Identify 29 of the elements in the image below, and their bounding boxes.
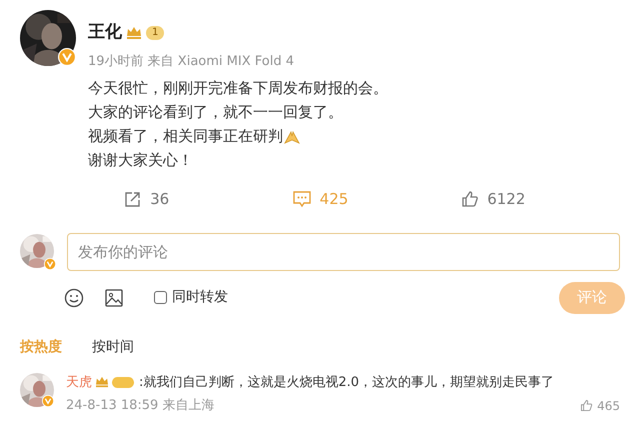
post-text: 大家的评论看到了，就不一一回复了。 (88, 103, 343, 122)
thumbs-up-icon (461, 190, 480, 208)
fan-badge-icon (112, 376, 134, 388)
crown-icon (95, 376, 109, 388)
crown-icon (126, 26, 142, 40)
image-icon[interactable] (104, 288, 124, 308)
like-button[interactable]: 6122 (406, 188, 580, 210)
verified-icon (42, 394, 54, 406)
repost-label[interactable]: 同时转发 (172, 287, 228, 308)
like-count: 465 (597, 398, 620, 415)
author-name[interactable]: 王化 (88, 20, 122, 46)
post-meta: 19小时前 来自 Xiaomi MIX Fold 4 (88, 52, 295, 70)
thumbs-up-icon[interactable] (580, 399, 594, 412)
comment-input[interactable]: 发布你的评论 (67, 232, 620, 270)
sort-tab[interactable]: 按时间 (92, 336, 134, 358)
post-text: 今天很忙，刚刚开完准备下周发布财报的会。 (88, 79, 388, 98)
commenter-name[interactable]: 天虎 (66, 372, 92, 392)
share-button[interactable]: 36 (60, 188, 234, 210)
level-badge: 1 (146, 26, 164, 40)
share-icon (124, 190, 142, 208)
comment-text: :就我们自己判断，这就是火烧电视2.0，这次的事儿，期望就别走民事了 (139, 374, 554, 392)
emoji-icon[interactable] (64, 288, 84, 308)
comment-meta: 24-8-13 18:59 来自上海 (66, 397, 214, 415)
post-text: 视频看了，相关同事正在研判 (88, 127, 283, 146)
post-text: 谢谢大家关心！ (88, 151, 193, 170)
repost-checkbox[interactable] (154, 291, 167, 304)
verified-icon (58, 48, 76, 66)
verified-icon (44, 258, 56, 270)
comment-icon (292, 190, 312, 208)
